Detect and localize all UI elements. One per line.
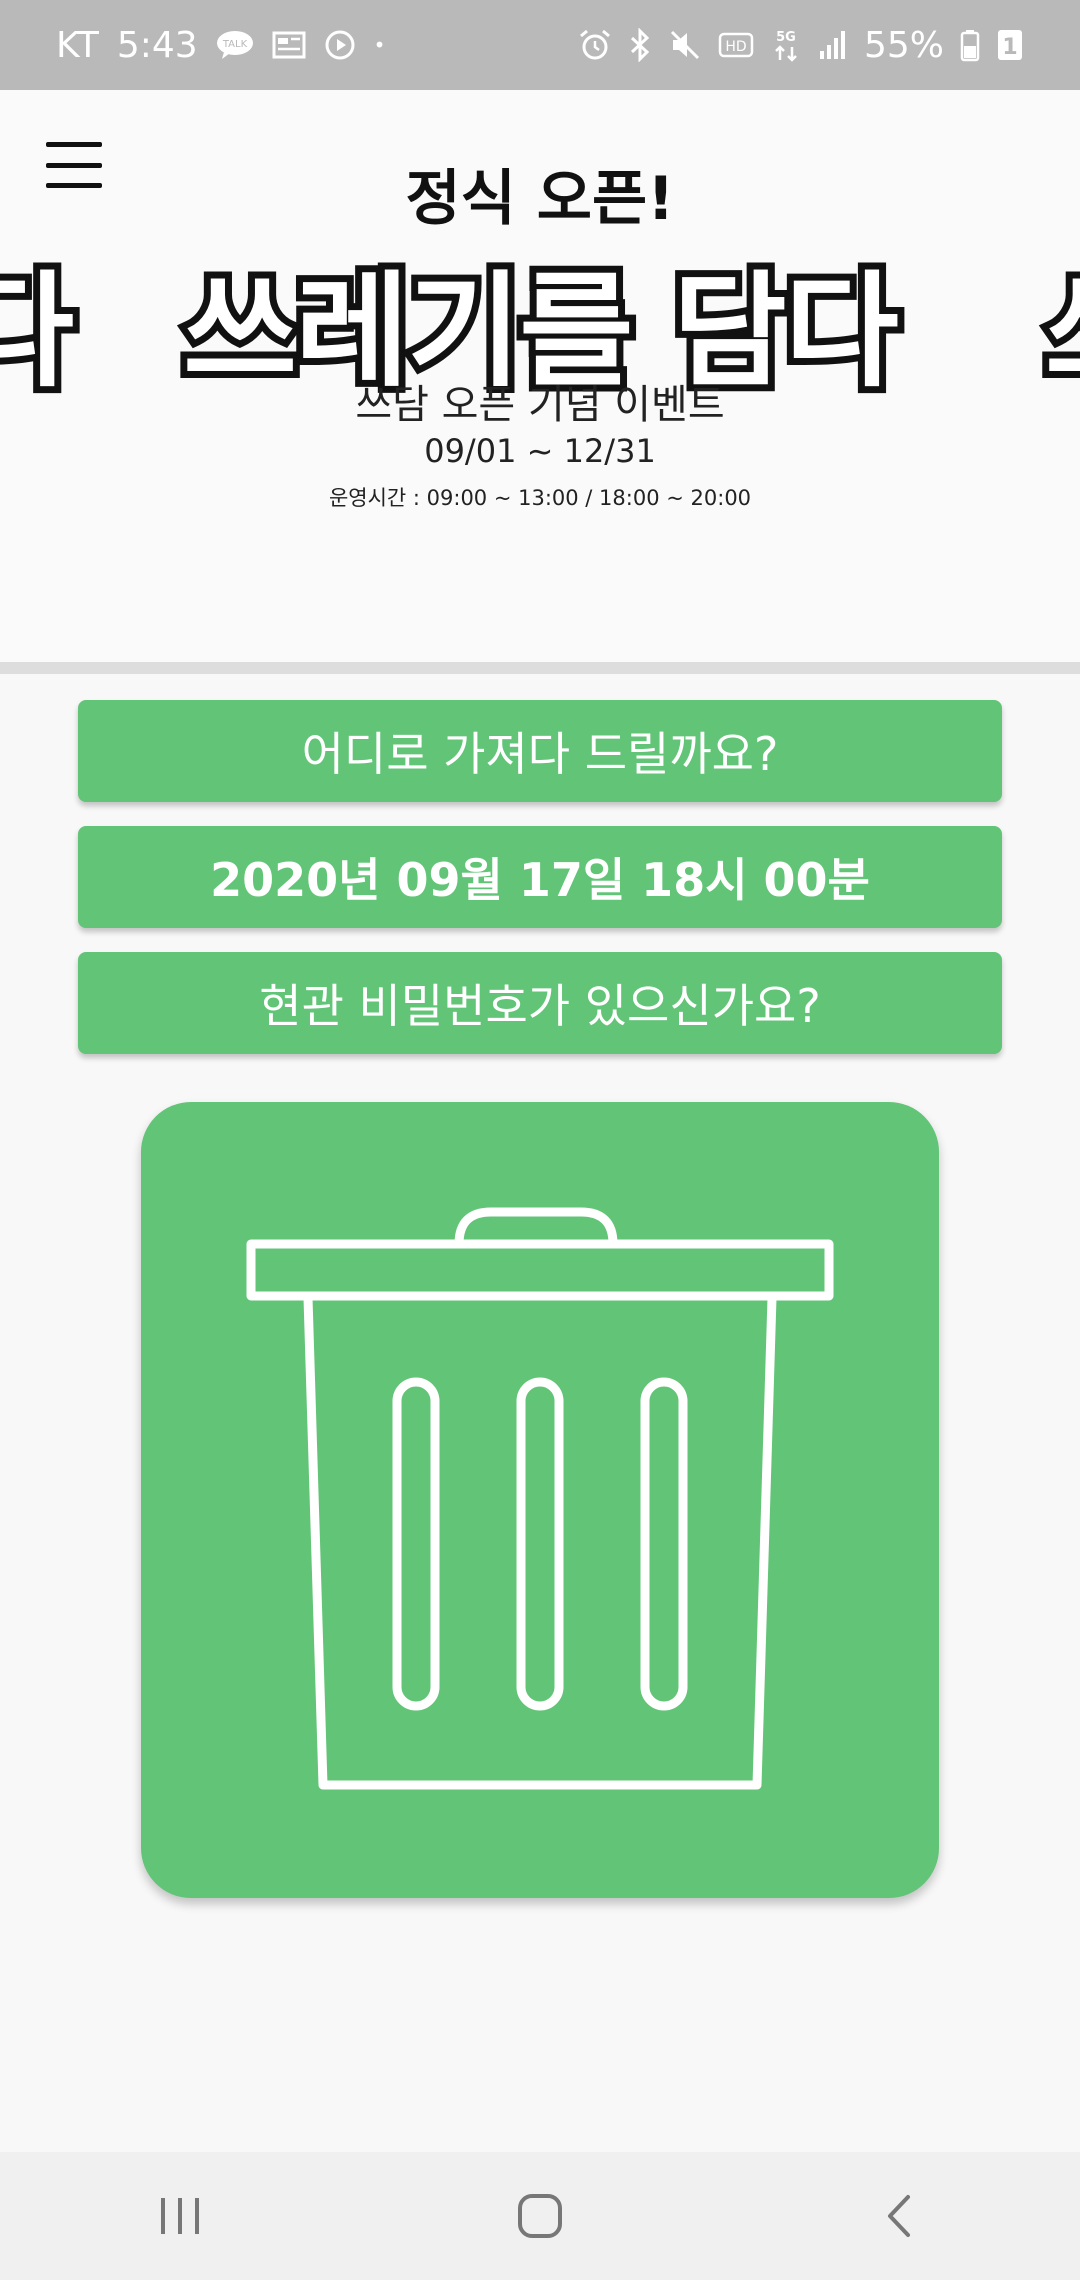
alarm-icon (578, 28, 612, 62)
svg-text:1: 1 (1002, 35, 1017, 60)
svg-text:5G: 5G (776, 30, 796, 45)
more-notifications-dot: • (373, 33, 386, 57)
hd-voice-icon: HD (718, 30, 754, 60)
door-password-button[interactable]: 현관 비밀번호가 있으신가요? (78, 952, 1002, 1054)
battery-percent: 55% (863, 24, 944, 66)
banner-subtitle: 정식 오픈! (405, 164, 675, 234)
mute-icon (668, 28, 702, 62)
destination-button[interactable]: 어디로 가져다 드릴까요? (78, 700, 1002, 802)
divider (0, 662, 1080, 674)
back-icon[interactable] (850, 2166, 950, 2266)
system-nav-bar (0, 2152, 1080, 2280)
home-icon[interactable] (490, 2166, 590, 2266)
play-icon (324, 29, 356, 61)
status-bar-right: HD 5G 55% 1 (578, 25, 1024, 66)
kakaotalk-icon: TALK (216, 30, 254, 60)
signal-icon (818, 29, 848, 61)
svg-text:HD: HD (725, 39, 746, 55)
datetime-button[interactable]: 2020년 09월 17일 18시 00분 (78, 826, 1002, 928)
battery-icon (960, 28, 980, 62)
destination-label: 어디로 가져다 드릴까요? (301, 727, 779, 781)
svg-text:TALK: TALK (222, 39, 248, 50)
banner-dates: 09/01 ~ 12/31 (424, 432, 656, 470)
app-root: KT 5:43 TALK • HD 5G 55% 1 다 정식 오픈! 쓰레기를… (0, 0, 1080, 2280)
recent-apps-icon[interactable] (130, 2166, 230, 2266)
trash-submit-button[interactable] (141, 1102, 939, 1898)
door-password-label: 현관 비밀번호가 있으신가요? (259, 979, 821, 1033)
datetime-label: 2020년 09월 17일 18시 00분 (210, 853, 870, 907)
menu-line (46, 142, 102, 147)
clock: 5:43 (116, 24, 198, 66)
banner-hours: 운영시간 : 09:00 ~ 13:00 / 18:00 ~ 20:00 (328, 486, 752, 510)
sim-icon: 1 (996, 28, 1024, 62)
status-bar: KT 5:43 TALK • HD 5G 55% 1 (0, 0, 1080, 90)
carrier-label: KT (56, 24, 99, 66)
network-5g-icon: 5G (770, 27, 802, 63)
event-banner[interactable]: 다 쓰 정식 오픈! 쓰레기를 담다 쓰담 오픈 기념 이벤트 09/01 ~ … (0, 90, 1080, 665)
banner-event-text: 쓰담 오픈 기념 이벤트 (355, 382, 725, 428)
bluetooth-icon (628, 28, 652, 62)
status-bar-left: KT 5:43 TALK • (56, 25, 385, 66)
news-icon (272, 30, 306, 60)
trash-can-icon (246, 1207, 834, 1790)
